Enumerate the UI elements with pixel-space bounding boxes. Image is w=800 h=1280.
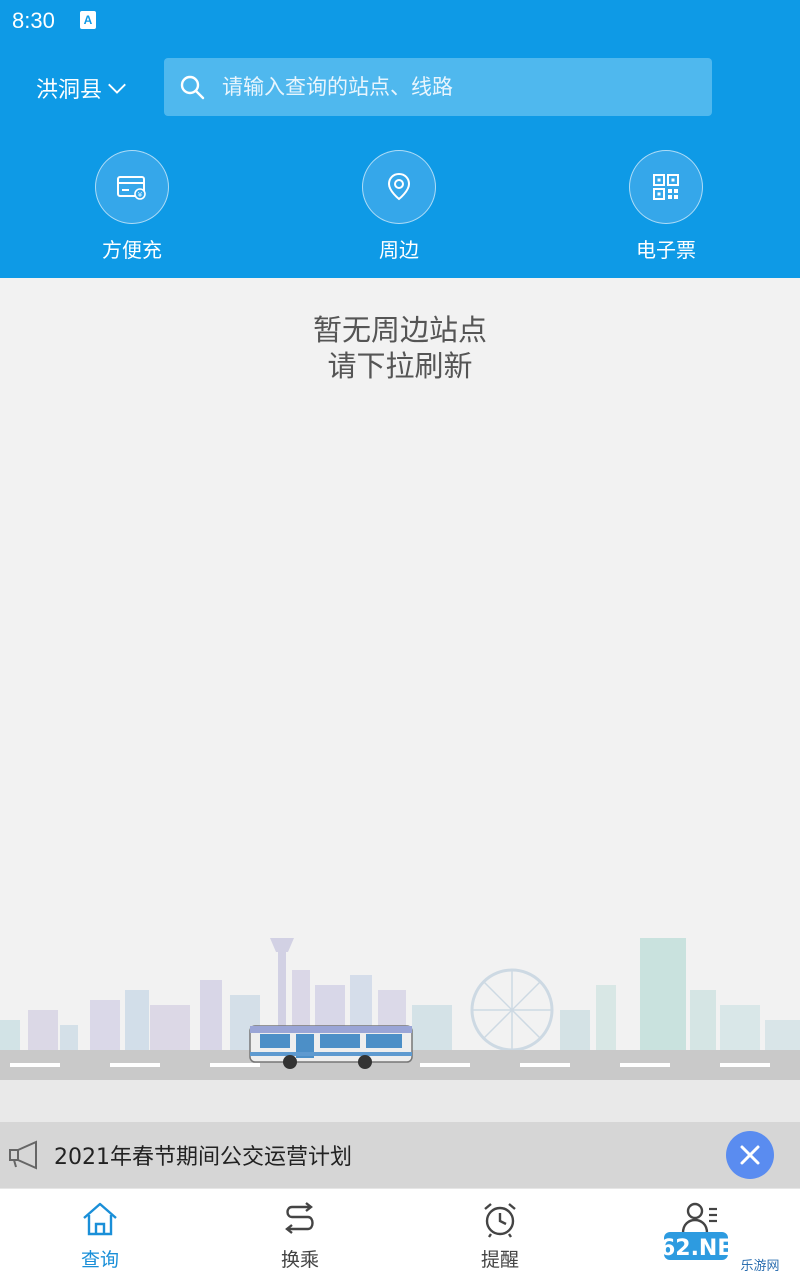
quick-action-nearby[interactable]: 周边 (319, 150, 479, 263)
watermark-number: 962.NET (664, 1236, 747, 1261)
quick-action-label: 电子票 (636, 238, 696, 262)
chevron-down-icon (108, 83, 126, 94)
watermark-logo: 962.NET 乐游网 (664, 1232, 780, 1274)
close-icon (740, 1145, 760, 1165)
megaphone-icon (9, 1140, 37, 1170)
svg-text:¥: ¥ (138, 191, 143, 199)
empty-state-message: 暂无周边站点 请下拉刷新 (0, 312, 800, 384)
tab-query[interactable]: 查询 (0, 1189, 200, 1280)
notice-banner[interactable]: 2021年春节期间公交运营计划 (0, 1122, 800, 1188)
tab-label: 换乘 (280, 1249, 319, 1271)
status-bar: 8:30 A (0, 0, 800, 40)
empty-title: 暂无周边站点 (312, 313, 487, 347)
alarm-clock-icon (484, 1203, 516, 1238)
notice-text[interactable]: 2021年春节期间公交运营计划 (54, 1139, 352, 1171)
tab-transfer[interactable]: 换乘 (200, 1189, 400, 1280)
city-skyline-illustration (0, 938, 800, 1122)
quick-action-eticket[interactable]: 电子票 (586, 150, 746, 263)
home-icon (83, 1202, 117, 1236)
transfer-icon (285, 1202, 314, 1234)
tab-reminder[interactable]: 提醒 (400, 1189, 600, 1280)
search-input[interactable] (206, 58, 712, 116)
search-icon (180, 75, 205, 100)
close-button[interactable] (726, 1131, 774, 1179)
location-pin-icon (387, 172, 411, 201)
quick-action-label: 周边 (379, 238, 419, 262)
quick-action-recharge[interactable]: ¥ 方便充 (52, 150, 212, 263)
city-selector[interactable]: 洪洞县 (36, 70, 128, 106)
tab-label: 查询 (80, 1249, 119, 1271)
city-label: 洪洞县 (36, 78, 103, 103)
bus-icon (249, 1025, 413, 1069)
status-time: 8:30 (12, 8, 55, 33)
empty-hint: 请下拉刷新 (327, 349, 473, 383)
card-recharge-icon: ¥ (117, 176, 146, 200)
search-bar[interactable] (164, 58, 712, 116)
watermark-subtext: 乐游网 (740, 1259, 779, 1274)
top-header: 8:30 A 洪洞县 ¥ 方便充 (0, 0, 800, 278)
tab-label: 提醒 (480, 1249, 519, 1271)
quick-action-label: 方便充 (102, 238, 162, 262)
qr-code-icon (653, 174, 679, 200)
keyboard-indicator-icon: A (80, 11, 96, 29)
bottom-tab-bar: 查询 换乘 提醒 962.NET 乐游网 (0, 1188, 800, 1280)
